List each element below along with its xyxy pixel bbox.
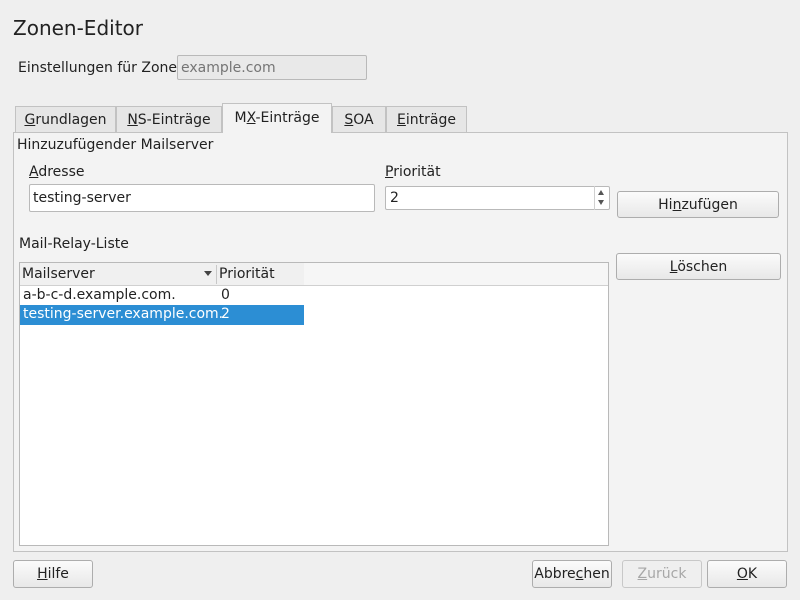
cell-mailserver: testing-server.example.com. xyxy=(23,306,224,322)
list-row-selected[interactable]: testing-server.example.com. 2 xyxy=(20,305,304,325)
list-header: Mailserver Priorität xyxy=(20,263,608,286)
zone-input[interactable] xyxy=(177,55,367,80)
back-button[interactable]: Zurück xyxy=(622,560,702,588)
mail-relay-list[interactable]: Mailserver Priorität a-b-c-d.example.com… xyxy=(19,262,609,546)
column-divider[interactable] xyxy=(216,265,217,284)
cell-priority: 2 xyxy=(221,306,230,322)
section-title: Hinzuzufügender Mailserver xyxy=(17,137,214,153)
address-input[interactable] xyxy=(29,184,375,212)
tab-soa[interactable]: SOA xyxy=(332,106,386,132)
add-button[interactable]: Hinzufügen xyxy=(617,191,779,218)
column-header-priority[interactable]: Priorität xyxy=(219,263,303,285)
zone-label: Einstellungen für Zone xyxy=(18,60,178,76)
priority-stepper[interactable] xyxy=(385,186,610,210)
delete-button[interactable]: Löschen xyxy=(616,253,781,280)
priority-spin-buttons[interactable] xyxy=(594,186,609,210)
sort-down-icon xyxy=(204,271,212,276)
chevron-up-icon[interactable] xyxy=(598,190,604,195)
tab-grundlagen[interactable]: Grundlagen xyxy=(15,106,116,132)
chevron-down-icon[interactable] xyxy=(598,200,604,205)
ok-button[interactable]: OK xyxy=(707,560,787,588)
header-filler xyxy=(304,263,608,285)
list-row[interactable]: a-b-c-d.example.com. 0 xyxy=(20,286,304,306)
cancel-button[interactable]: Abbrechen xyxy=(532,560,612,588)
tab-eintraege[interactable]: Einträge xyxy=(386,106,467,132)
help-button[interactable]: Hilfe xyxy=(13,560,93,588)
window-title: Zonen-Editor xyxy=(13,16,143,40)
tab-ns-eintraege[interactable]: NS-Einträge xyxy=(116,106,222,132)
column-header-mailserver[interactable]: Mailserver xyxy=(22,263,216,285)
zone-editor-window: Zonen-Editor Einstellungen für Zone Grun… xyxy=(0,0,800,600)
relay-list-title: Mail-Relay-Liste xyxy=(19,236,129,252)
priority-label: Priorität xyxy=(385,164,441,180)
address-label: Adresse xyxy=(29,164,85,180)
cell-mailserver: a-b-c-d.example.com. xyxy=(23,287,176,303)
moon-icon[interactable] xyxy=(768,19,782,35)
cell-priority: 0 xyxy=(221,287,230,303)
tab-mx-eintraege[interactable]: MX-Einträge xyxy=(222,103,332,133)
